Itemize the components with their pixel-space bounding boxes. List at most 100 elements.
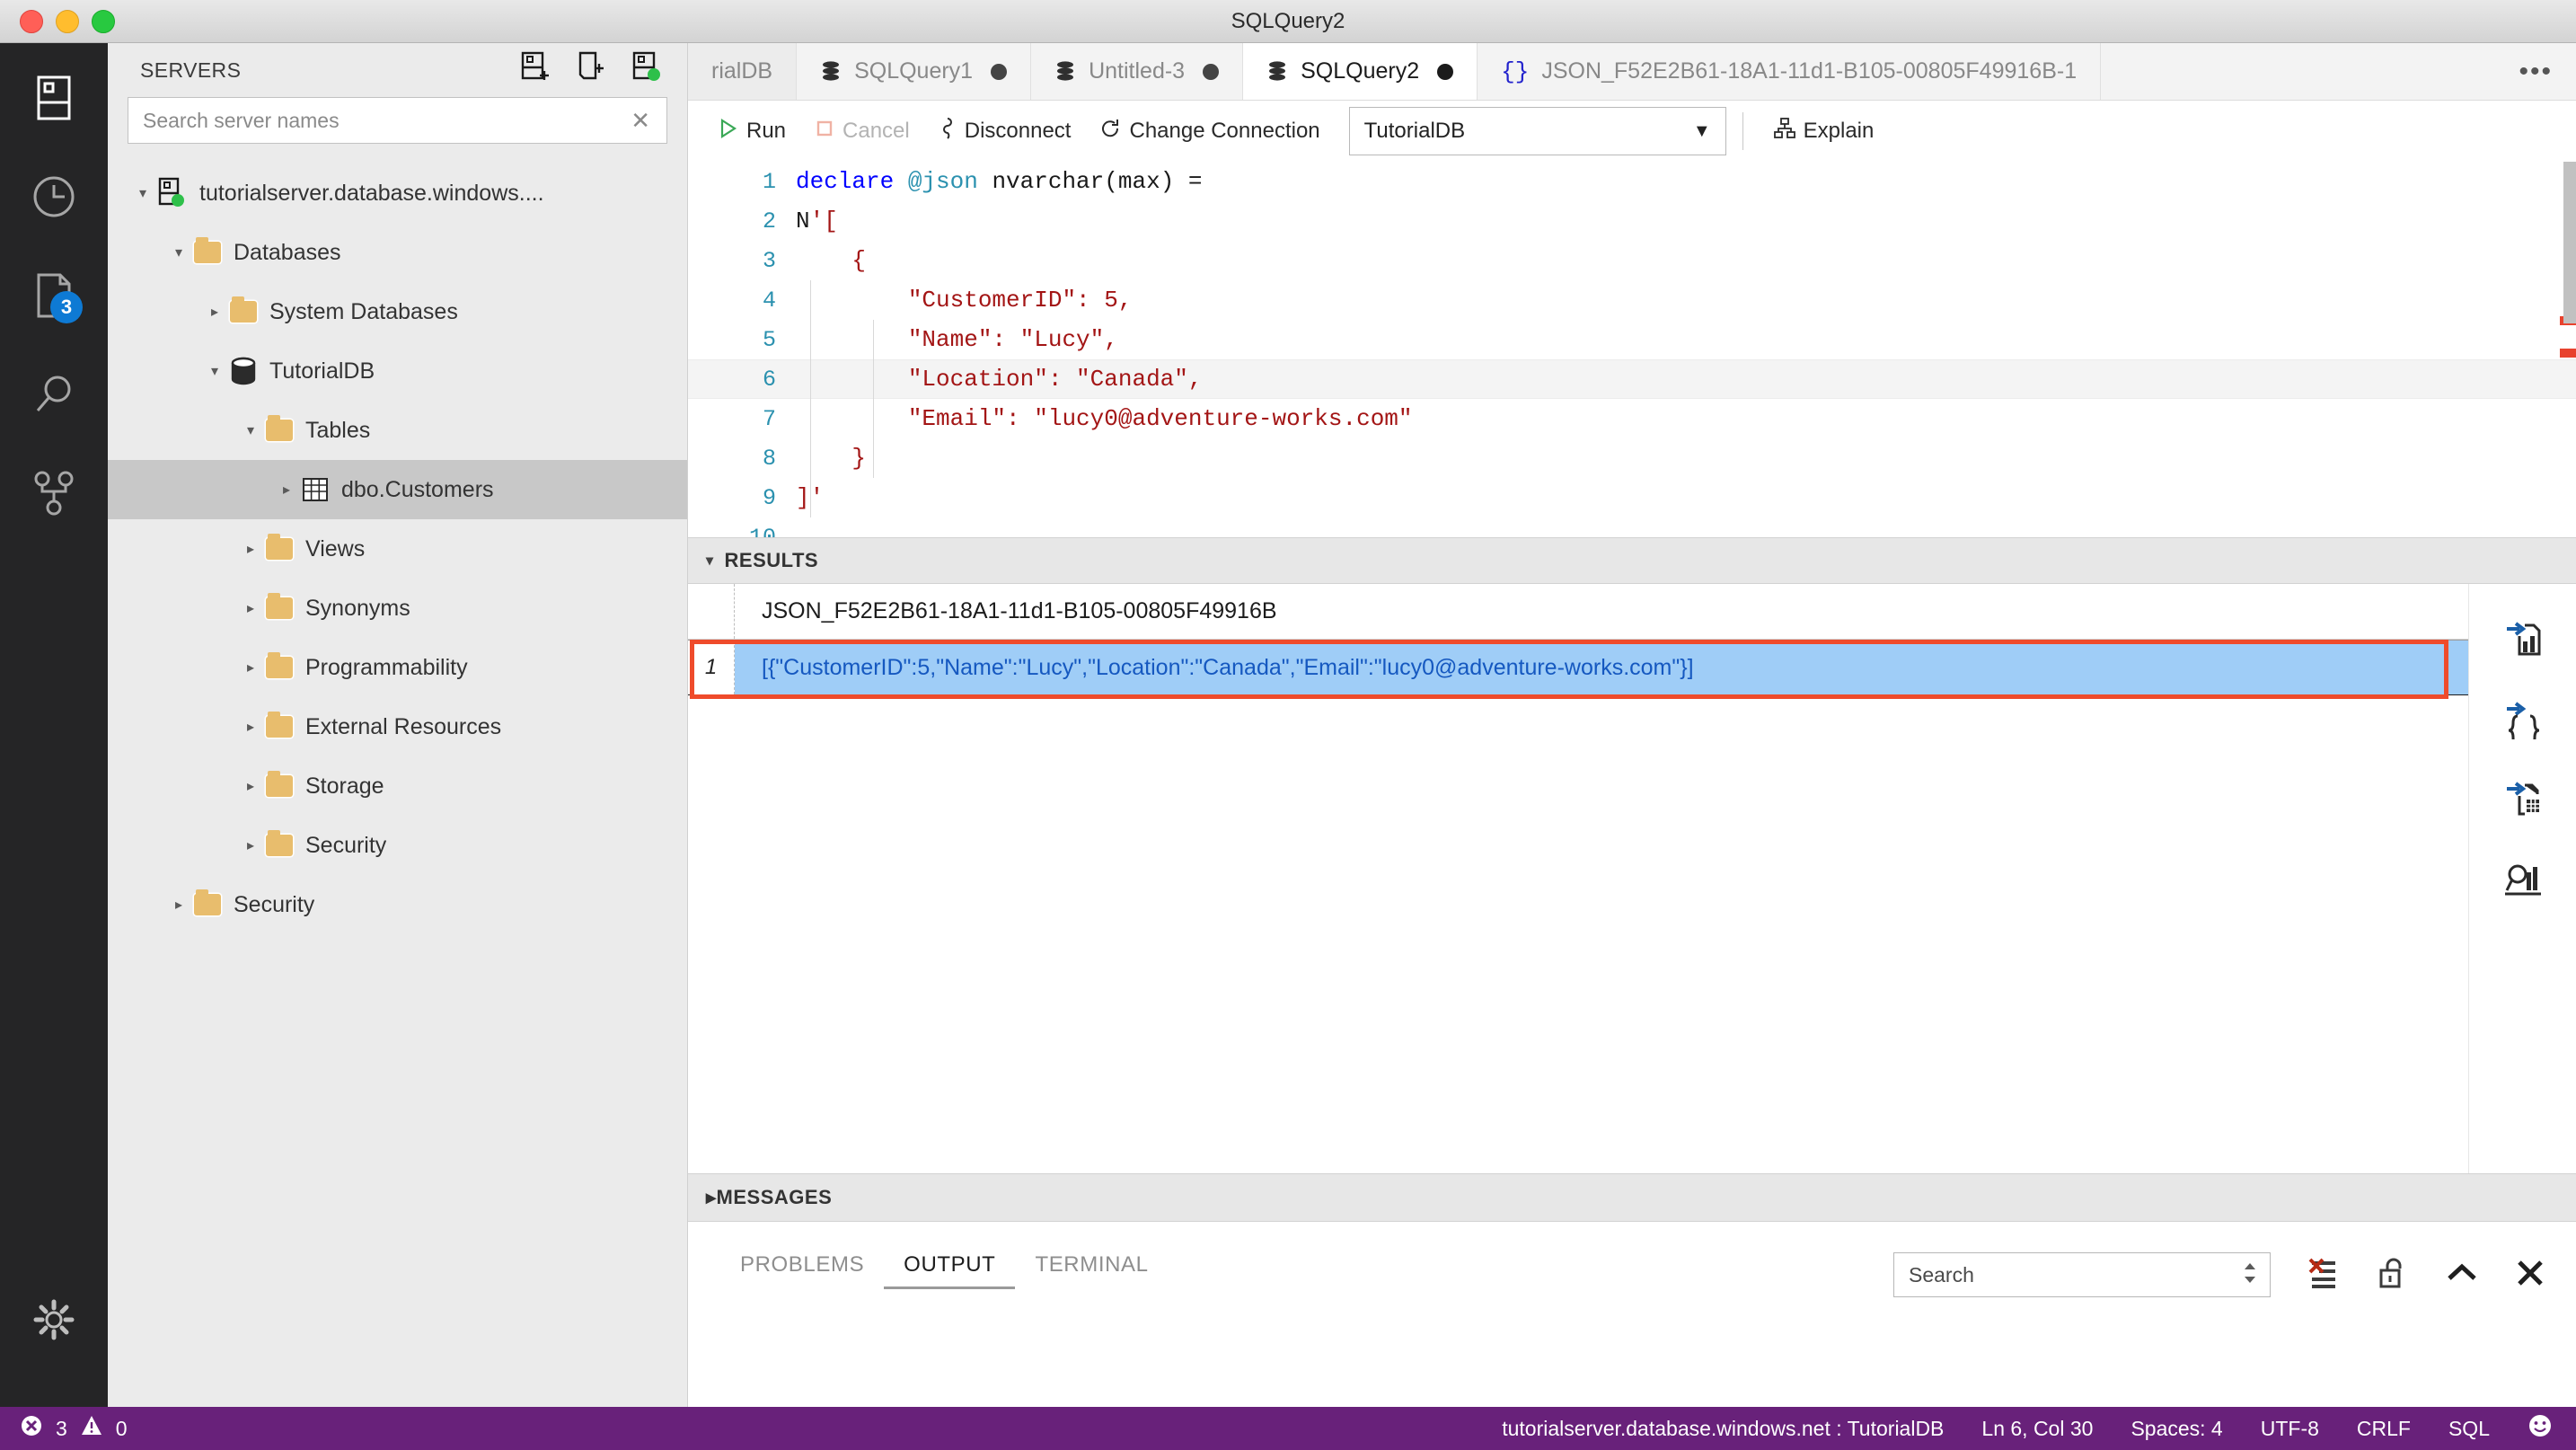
disconnect-button[interactable]: Disconnect xyxy=(924,110,1086,153)
results-collapse-icon[interactable]: ▾ xyxy=(706,552,714,570)
unlock-scroll-icon[interactable] xyxy=(2377,1256,2409,1295)
editor-tab[interactable]: Untitled-3 xyxy=(1031,43,1244,100)
save-as-excel-icon[interactable] xyxy=(2503,780,2543,824)
error-count[interactable]: 3 xyxy=(56,1417,67,1441)
folder-icon xyxy=(194,237,221,263)
output-tab[interactable]: PROBLEMS xyxy=(720,1252,884,1289)
activity-item-search[interactable] xyxy=(0,347,108,446)
unsaved-indicator-icon[interactable] xyxy=(1203,63,1220,80)
tree-twisty-icon[interactable]: ▸ xyxy=(271,481,302,499)
output-search-box[interactable] xyxy=(1893,1252,2271,1297)
tree-twisty-icon[interactable]: ▸ xyxy=(235,540,266,558)
clear-output-icon[interactable] xyxy=(2307,1256,2341,1295)
results-panel-header[interactable]: ▾ RESULTS xyxy=(688,537,2576,584)
editor-tab[interactable]: SQLQuery2 xyxy=(1243,43,1478,100)
activity-bar: 3 xyxy=(0,43,108,1407)
editor-tab[interactable]: SQLQuery1 xyxy=(797,43,1032,100)
column-header-0[interactable]: JSON_F52E2B61-18A1-11d1-B105-00805F49916… xyxy=(735,598,1277,624)
maximize-panel-icon[interactable] xyxy=(2445,1260,2479,1291)
tree-twisty-icon[interactable]: ▸ xyxy=(235,836,266,854)
code-text: "Email": "lucy0@adventure-works.com" xyxy=(796,405,1413,432)
servers-tree: ▾ tutorialserver.database.windows.... ▾ Dat… xyxy=(108,164,687,934)
status-indentation[interactable]: Spaces: 4 xyxy=(2130,1417,2222,1441)
editor-actions-more-button[interactable]: ••• xyxy=(2495,43,2576,100)
messages-expand-icon[interactable]: ▸ xyxy=(706,1186,717,1209)
tree-item[interactable]: ▸ dbo.Customers xyxy=(108,460,687,519)
search-box[interactable]: ✕ xyxy=(128,97,667,144)
folder-icon xyxy=(194,889,221,915)
activity-item-servers[interactable] xyxy=(0,50,108,149)
tree-item[interactable]: ▾ tutorialserver.database.windows.... xyxy=(108,164,687,223)
tree-twisty-icon[interactable]: ▸ xyxy=(235,718,266,736)
tree-twisty-icon[interactable]: ▸ xyxy=(235,599,266,617)
tree-item[interactable]: ▸ System Databases xyxy=(108,282,687,341)
tree-item[interactable]: ▸ Security xyxy=(108,875,687,934)
tree-item-label: System Databases xyxy=(269,298,458,324)
run-button[interactable]: Run xyxy=(704,110,800,153)
tree-item[interactable]: ▾ Tables xyxy=(108,401,687,460)
save-as-csv-icon[interactable] xyxy=(2503,620,2543,664)
database-dropdown[interactable]: TutorialDB ▼ xyxy=(1348,107,1726,155)
tree-twisty-icon[interactable]: ▾ xyxy=(163,243,194,261)
error-circle-icon[interactable] xyxy=(20,1414,43,1443)
sql-code-editor[interactable]: 1 declare @json nvarchar(max) = 2 N'[3 {4 "… xyxy=(688,162,2576,537)
new-connection-icon[interactable] xyxy=(520,51,551,90)
status-encoding[interactable]: UTF-8 xyxy=(2261,1417,2319,1441)
new-server-group-icon[interactable] xyxy=(576,51,606,90)
search-input[interactable] xyxy=(143,108,626,133)
activity-item-source-control[interactable] xyxy=(0,446,108,544)
status-cursor-position[interactable]: Ln 6, Col 30 xyxy=(1981,1417,2093,1441)
window-title: SQLQuery2 xyxy=(1231,8,1345,33)
tree-item[interactable]: ▸ Views xyxy=(108,519,687,579)
tree-twisty-icon[interactable]: ▸ xyxy=(163,896,194,914)
result-cell[interactable]: [{"CustomerID":5,"Name":"Lucy","Location… xyxy=(735,641,2576,694)
change-connection-label: Change Connection xyxy=(1129,119,1320,143)
tree-item[interactable]: ▸ Security xyxy=(108,816,687,875)
folder-icon xyxy=(266,593,293,619)
output-tab[interactable]: OUTPUT xyxy=(884,1252,1016,1289)
tree-twisty-icon[interactable]: ▾ xyxy=(199,362,230,380)
tree-twisty-icon[interactable]: ▾ xyxy=(235,421,266,439)
editor-tab[interactable]: rialDB xyxy=(688,43,798,100)
tree-item[interactable]: ▸ External Resources xyxy=(108,697,687,756)
messages-panel-header[interactable]: ▸ MESSAGES xyxy=(688,1173,2576,1222)
tree-twisty-icon[interactable]: ▸ xyxy=(235,659,266,676)
tree-item[interactable]: ▾ Databases xyxy=(108,223,687,282)
tree-item-label: Security xyxy=(305,832,387,858)
output-search-input[interactable] xyxy=(1909,1262,2241,1287)
tree-item-label: dbo.Customers xyxy=(341,476,494,502)
tree-twisty-icon[interactable]: ▸ xyxy=(235,777,266,795)
active-connections-icon[interactable] xyxy=(631,51,662,90)
tree-twisty-icon[interactable]: ▸ xyxy=(199,303,230,321)
tree-item[interactable]: ▸ Synonyms xyxy=(108,579,687,638)
editor-scrollbar[interactable] xyxy=(2563,162,2576,323)
warning-count[interactable]: 0 xyxy=(116,1417,128,1441)
close-panel-icon[interactable] xyxy=(2515,1258,2545,1293)
stepper-icon[interactable] xyxy=(2241,1260,2259,1291)
tree-item[interactable]: ▾ TutorialDB xyxy=(108,341,687,401)
explain-button[interactable]: Explain xyxy=(1760,110,1889,153)
change-connection-button[interactable]: Change Connection xyxy=(1085,110,1334,153)
activity-item-history[interactable] xyxy=(0,149,108,248)
table-row[interactable]: 1 [{"CustomerID":5,"Name":"Lucy","Locati… xyxy=(688,640,2576,695)
save-as-json-icon[interactable] xyxy=(2503,700,2543,747)
activity-item-notebooks[interactable]: 3 xyxy=(0,248,108,347)
smiley-icon[interactable] xyxy=(2527,1413,2553,1444)
view-as-chart-icon[interactable] xyxy=(2503,860,2543,904)
warning-triangle-icon[interactable] xyxy=(80,1414,103,1443)
activity-item-settings[interactable] xyxy=(0,1272,108,1371)
unsaved-indicator-icon[interactable] xyxy=(991,63,1008,80)
output-tab[interactable]: TERMINAL xyxy=(1015,1252,1168,1289)
tree-twisty-icon[interactable]: ▾ xyxy=(128,184,158,202)
editor-tab-label: SQLQuery1 xyxy=(854,58,974,84)
clear-search-icon[interactable]: ✕ xyxy=(625,107,656,135)
cancel-button[interactable]: Cancel xyxy=(800,110,924,153)
editor-tab[interactable]: {} JSON_F52E2B61-18A1-11d1-B105-00805F499… xyxy=(1478,43,2102,100)
status-language-mode[interactable]: SQL xyxy=(2448,1417,2490,1441)
tree-item[interactable]: ▸ Storage xyxy=(108,756,687,816)
tree-item[interactable]: ▸ Programmability xyxy=(108,638,687,697)
sidebar-actions xyxy=(520,51,667,90)
unsaved-indicator-icon[interactable] xyxy=(1437,63,1454,80)
status-eol[interactable]: CRLF xyxy=(2357,1417,2411,1441)
status-connection[interactable]: tutorialserver.database.windows.net : Tu… xyxy=(1502,1417,1944,1441)
